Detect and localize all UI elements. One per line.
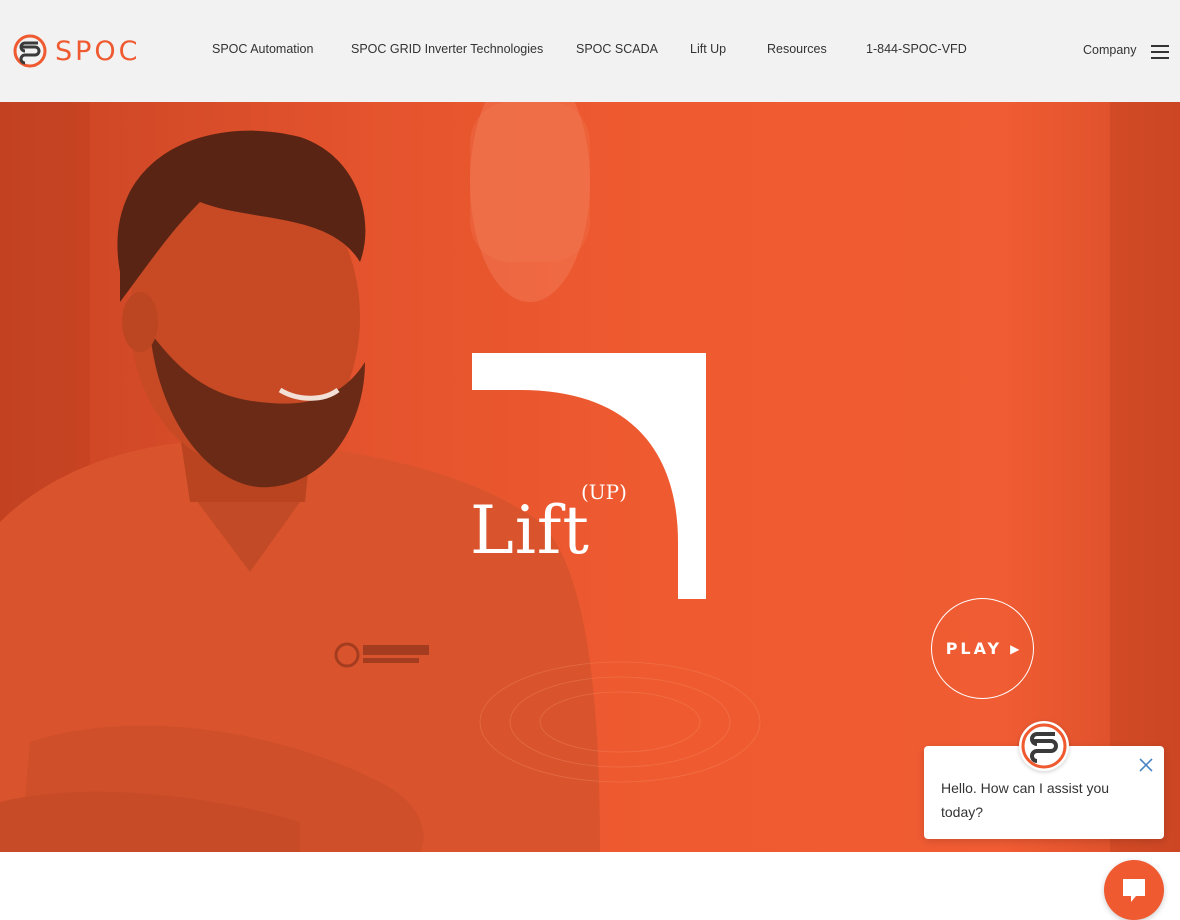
chat-launcher-button[interactable] — [1104, 860, 1164, 920]
play-label: PLAY — [945, 639, 1003, 658]
nav-item-spoc-automation[interactable]: SPOC Automation — [212, 42, 313, 56]
company-link[interactable]: Company — [1083, 43, 1137, 57]
hamburger-icon[interactable] — [1151, 45, 1169, 59]
site-header: SPOC SPOC Automation SPOC GRID Inverter … — [0, 0, 1180, 102]
spoc-logo-icon — [1021, 723, 1067, 769]
hero-title: Lift — [470, 492, 590, 569]
play-icon: ▶ — [1010, 641, 1020, 656]
nav-item-lift-up[interactable]: Lift Up — [690, 42, 726, 56]
close-icon[interactable] — [1137, 756, 1155, 774]
hero-banner: Lift (UP) PLAY ▶ — [0, 102, 1180, 852]
nav-item-resources[interactable]: Resources — [767, 42, 827, 56]
nav-item-phone[interactable]: 1-844-SPOC-VFD — [866, 42, 967, 56]
chat-message: Hello. How can I assist you today? — [941, 780, 1110, 820]
spoc-logo-icon — [13, 34, 47, 68]
hero-person-image — [0, 102, 1180, 852]
play-button[interactable]: PLAY ▶ — [931, 598, 1034, 699]
spoc-logo[interactable]: SPOC — [13, 34, 141, 68]
nav-item-grid-inverter[interactable]: SPOC GRID Inverter Technologies — [351, 42, 543, 56]
chat-avatar — [1019, 721, 1069, 771]
chat-bubble-icon — [1123, 879, 1145, 902]
hero-title-superscript: (UP) — [581, 480, 627, 504]
brand-name: SPOC — [55, 35, 141, 67]
nav-item-spoc-scada[interactable]: SPOC SCADA — [576, 42, 658, 56]
